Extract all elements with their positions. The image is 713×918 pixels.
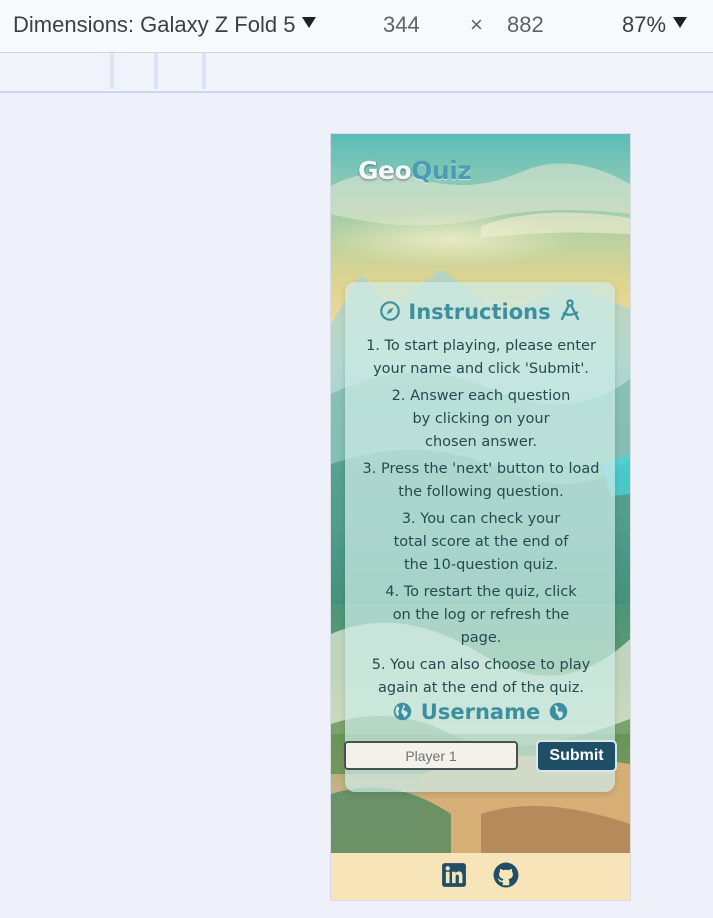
height-field[interactable]: 882 — [507, 12, 544, 38]
username-title: Username — [420, 700, 541, 724]
drafting-compass-icon — [560, 299, 580, 321]
caret-down-icon — [673, 17, 688, 28]
submit-button[interactable]: Submit — [536, 740, 617, 772]
instruction-item: 2. Answer each question by clicking on y… — [391, 388, 571, 450]
instruction-item: 3. You can check your total score at the… — [393, 511, 569, 573]
globe-icon — [549, 702, 567, 721]
instructions-heading: Instructions — [331, 298, 630, 324]
instruction-item: 5. You can also choose to play again at … — [371, 657, 591, 696]
media-query-marker[interactable] — [202, 53, 206, 89]
github-icon[interactable] — [493, 862, 519, 888]
caret-down-icon — [302, 17, 317, 28]
dimensions-dropdown[interactable]: Dimensions: Galaxy Z Fold 5 — [13, 12, 317, 38]
instruction-item: 4. To restart the quiz, click on the log… — [385, 584, 577, 646]
media-query-marker[interactable] — [110, 53, 114, 89]
instructions-title: Instructions — [408, 300, 551, 324]
linkedin-icon[interactable] — [441, 862, 467, 888]
device-toolbar: Dimensions: Galaxy Z Fold 5 344 × 882 87… — [0, 0, 713, 53]
zoom-label: 87% — [622, 12, 667, 37]
width-field[interactable]: 344 — [383, 12, 420, 38]
logo-geo-text: Geo — [358, 156, 412, 185]
username-heading: Username — [331, 700, 630, 724]
instruction-item: 3. Press the 'next' button to load the f… — [362, 461, 600, 500]
instructions-list: 1. To start playing, please enter your n… — [351, 335, 611, 704]
globe-icon — [394, 702, 412, 721]
zoom-dropdown[interactable]: 87% — [622, 12, 688, 38]
instruction-item: 1. To start playing, please enter your n… — [366, 338, 596, 377]
logo-quiz-text: Quiz — [411, 156, 472, 185]
compass-icon — [380, 301, 400, 321]
footer — [331, 853, 630, 900]
times-separator: × — [470, 12, 483, 37]
username-input[interactable] — [344, 741, 518, 770]
device-viewport: GeoQuiz Instructions 1. To start playing… — [330, 133, 631, 901]
media-query-marker[interactable] — [154, 53, 158, 89]
media-query-bar[interactable] — [0, 53, 713, 93]
dimensions-label: Dimensions: Galaxy Z Fold 5 — [13, 12, 296, 37]
site-logo[interactable]: GeoQuiz — [358, 156, 472, 185]
